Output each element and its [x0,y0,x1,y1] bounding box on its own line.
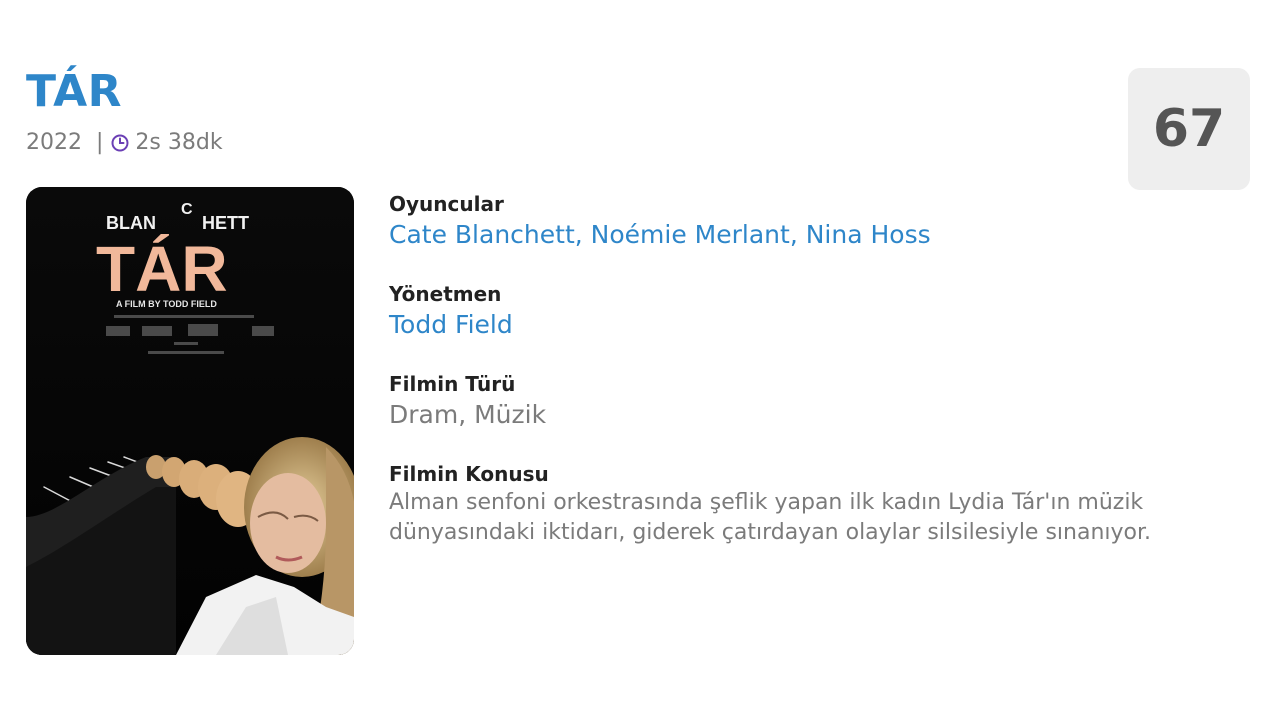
movie-poster[interactable]: BLAN C HETT TÁR A FILM BY TODD FIELD [26,187,354,655]
cast-link[interactable]: Cate Blanchett [389,220,575,249]
poster-title: TÁR [96,233,228,305]
meta-separator: | [96,130,104,155]
duration: 2s 38dk [135,130,223,155]
poster-actor-name-end: HETT [202,213,249,233]
genre-label: Filmin Türü [389,372,516,396]
cast-link[interactable]: Noémie Merlant [591,220,790,249]
director-label: Yönetmen [389,282,502,306]
release-year: 2022 [26,130,82,155]
genre-section: Filmin Türü Dram, Müzik [389,370,1259,432]
director-section: Yönetmen Todd Field [389,280,1259,342]
clock-icon [111,134,129,152]
movie-info: Oyuncular Cate Blanchett, Noémie Merlant… [389,190,1259,576]
plot-label: Filmin Konusu [389,462,549,486]
cast-label: Oyuncular [389,192,504,216]
plot-text: Alman senfoni orkestrasında şeflik yapan… [389,490,1152,545]
cast-list: Cate Blanchett, Noémie Merlant, Nina Hos… [389,218,1259,252]
movie-title: TÁR [26,66,123,117]
director-link[interactable]: Todd Field [389,310,513,339]
movie-meta: 2022 | 2s 38dk [26,128,223,158]
poster-actor-letter: C [181,201,193,218]
score-badge: 67 [1128,68,1250,190]
poster-actor-name: BLAN [106,213,156,233]
cast-separator: , [789,220,806,249]
plot-section: Filmin Konusu Alman senfoni orkestrasınd… [389,460,1259,548]
genre-value: Dram, Müzik [389,400,547,429]
cast-separator: , [574,220,591,249]
cast-section: Oyuncular Cate Blanchett, Noémie Merlant… [389,190,1259,252]
poster-byline: A FILM BY TODD FIELD [116,299,217,309]
cast-link[interactable]: Nina Hoss [806,220,931,249]
